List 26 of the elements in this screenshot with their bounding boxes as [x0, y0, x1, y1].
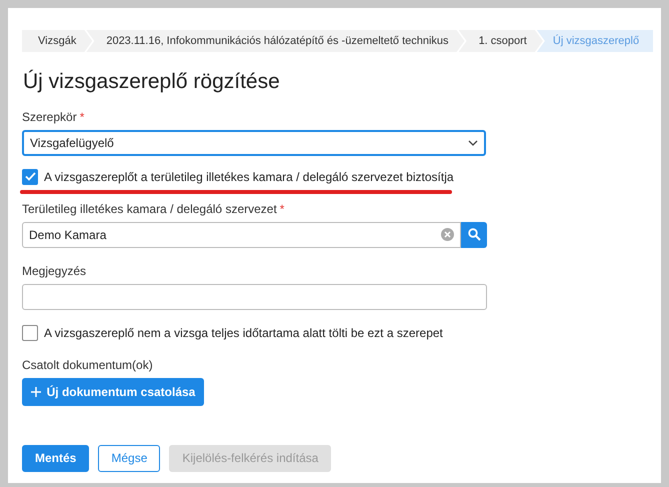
breadcrumb-item[interactable]: 2023.11.16, Infokommunikációs hálózatépítő és -üzemeltető technikus [86, 30, 465, 52]
checkbox[interactable] [22, 324, 38, 340]
field-label: Megjegyzés [22, 262, 86, 280]
checkbox[interactable] [22, 168, 38, 184]
action-button[interactable]: Mentés [22, 444, 90, 472]
action-button[interactable]: Mégse [98, 444, 160, 472]
chevron-down-icon [468, 140, 478, 146]
page-title: Új vizsgaszereplő rögzítése [22, 68, 281, 95]
organization-field[interactable]: Demo Kamara [22, 222, 461, 248]
required-mark: * [80, 108, 84, 126]
field-label: Csatolt dokumentum(ok) [22, 356, 153, 374]
plus-icon [30, 386, 41, 396]
checkbox-label: A vizsgaszereplőt a területileg illetékes kamara / delegáló szervezet biztosítja [44, 168, 454, 186]
checkbox-label: A vizsgaszereplő nem a vizsga teljes időtartama alatt tölti be ezt a szerepet [44, 324, 443, 342]
check-icon [24, 172, 36, 181]
attach-document-button[interactable]: Új dokumentum csatolása [22, 378, 204, 406]
note-field[interactable] [22, 284, 487, 310]
clear-icon[interactable] [441, 228, 454, 241]
search-button[interactable] [461, 222, 487, 248]
breadcrumb-item[interactable]: 1. csoport [458, 30, 543, 52]
breadcrumb-item[interactable]: Vizsgák [22, 30, 92, 52]
field-label: Szerepkör [22, 108, 77, 126]
role-select[interactable]: Vizsgafelügyelő [22, 130, 486, 156]
required-mark: * [280, 200, 284, 218]
search-icon [468, 228, 480, 241]
field-label: Területileg illetékes kamara / delegáló szervezet [22, 200, 277, 218]
